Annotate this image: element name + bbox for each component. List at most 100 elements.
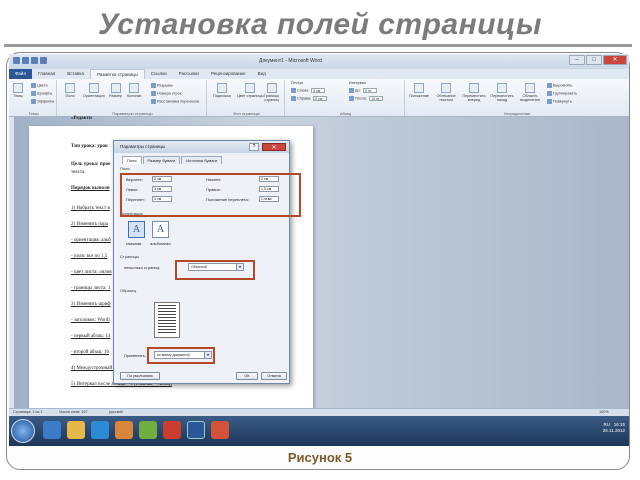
document-line: - заголовок: Wordl (71, 318, 110, 323)
undo-icon[interactable] (31, 57, 38, 64)
selection-pane-button[interactable]: Область выделения (517, 83, 543, 102)
spacing-before-input[interactable]: 0 пт (362, 88, 377, 93)
indent-left-input[interactable]: 0 см (311, 88, 326, 93)
document-line: 3) Изменить шриф (71, 302, 111, 307)
orientation-button[interactable]: Ориентация (83, 83, 105, 98)
group-label: Фон страницы (233, 111, 260, 116)
hyphenation-label: Расстановка переносов (157, 99, 199, 104)
page-preview (154, 302, 180, 338)
send-backward-icon (497, 83, 507, 93)
ok-button[interactable]: ОК (236, 372, 258, 380)
tab-insert[interactable]: Вставка (61, 69, 90, 79)
line-numbers-button[interactable]: Номера строк (151, 91, 181, 96)
close-button[interactable]: ✕ (603, 55, 627, 65)
redo-icon[interactable] (40, 57, 47, 64)
position-label: Положение (408, 94, 430, 98)
watermark-button[interactable]: Подложка (213, 83, 231, 98)
themes-label: Темы (13, 94, 23, 98)
landscape-option[interactable]: A (152, 221, 169, 238)
set-default-button[interactable]: По умолчанию (120, 372, 160, 380)
theme-fonts-label: Шрифты (37, 91, 53, 96)
maximize-button[interactable]: □ (586, 55, 602, 65)
watermark-icon (216, 83, 227, 93)
hyphenation-button[interactable]: Расстановка переносов (151, 99, 199, 104)
yandex-icon[interactable] (163, 421, 181, 439)
breaks-button[interactable]: Разрывы (151, 83, 173, 88)
theme-effects-button[interactable]: Эффекты (31, 99, 54, 104)
indent-right-label: Справа: (297, 96, 312, 101)
send-backward-button[interactable]: Переместить назад (489, 83, 515, 102)
portrait-option[interactable]: A (128, 221, 145, 238)
selection-pane-icon (525, 83, 535, 93)
start-button[interactable] (11, 419, 35, 443)
word-taskbar-icon[interactable] (187, 421, 205, 439)
indent-left-label: Слева: (297, 88, 310, 93)
theme-effects-label: Эффекты (37, 99, 55, 104)
chrome-icon[interactable] (139, 421, 157, 439)
spacing-after-label: После: (355, 96, 368, 101)
document-line: «Редакти (71, 116, 92, 121)
watermark-label: Подложка (213, 94, 231, 98)
powerpoint-icon[interactable] (211, 421, 229, 439)
size-button[interactable]: Размер (109, 83, 122, 98)
clock-time[interactable]: 16:15 (614, 422, 625, 427)
columns-label: Колонки (127, 94, 142, 98)
document-line: - второй абзац: 16 (71, 350, 109, 355)
tab-references[interactable]: Ссылки (145, 69, 173, 79)
tab-margins[interactable]: Поля (122, 156, 142, 164)
explorer-icon[interactable] (67, 421, 85, 439)
ie-icon[interactable] (43, 421, 61, 439)
dialog-close-button[interactable]: ✕ (262, 143, 286, 151)
tab-paper-source[interactable]: Источник бумаги (181, 156, 223, 164)
wrap-text-button[interactable]: Обтекание текстом (433, 83, 459, 102)
indent-right-input[interactable]: 0 см (313, 96, 328, 101)
group-page-setup: Поля Ориентация Размер Колонки Разрывы Н… (59, 80, 207, 116)
page-borders-icon (266, 83, 277, 93)
cancel-button[interactable]: Отмена (261, 372, 287, 380)
themes-icon (13, 83, 23, 93)
clock-date[interactable]: 26.11.2012 (603, 428, 625, 433)
columns-button[interactable]: Колонки (127, 83, 142, 98)
spacing-before: До: 0 пт (349, 88, 377, 93)
minimize-button[interactable]: – (569, 55, 585, 65)
tab-review[interactable]: Рецензирование (205, 69, 252, 79)
margins-button[interactable]: Поля (65, 83, 75, 98)
document-line: Тип урока: урок (71, 144, 108, 149)
input-language[interactable]: RU (603, 422, 610, 427)
tab-file[interactable]: Файл (9, 69, 33, 79)
tab-paper-size[interactable]: Размер бумаги (142, 156, 181, 164)
rotate-button[interactable]: Повернуть (547, 99, 572, 104)
document-line: Цель урока: прое (71, 162, 111, 167)
media-player-icon[interactable] (91, 421, 109, 439)
group-button[interactable]: Группировать (547, 91, 577, 96)
firefox-icon[interactable] (115, 421, 133, 439)
help-button[interactable]: ? (249, 143, 259, 151)
bring-forward-button[interactable]: Переместить вперед (461, 83, 487, 102)
indent-left: Слева: 0 см (291, 88, 326, 93)
tab-view[interactable]: Вид (252, 69, 272, 79)
theme-colors-button[interactable]: Цвета (31, 83, 48, 88)
position-button[interactable]: Положение (407, 83, 431, 98)
theme-fonts-button[interactable]: Шрифты (31, 91, 52, 96)
document-line: 2) Изменить пара (71, 222, 108, 227)
align-label: Выровнять (553, 83, 573, 88)
tab-page-layout[interactable]: Разметка страницы (89, 69, 145, 79)
word-icon[interactable] (13, 57, 20, 64)
zoom-level[interactable]: 100% (599, 410, 609, 414)
align-button[interactable]: Выровнять (547, 83, 572, 88)
spacing-after-input[interactable]: 10 пт (369, 96, 384, 101)
figure-caption: Рисунок 5 (287, 450, 353, 465)
document-line: - цвет листа: лилов (71, 270, 112, 275)
themes-button[interactable]: Темы (13, 83, 23, 98)
system-tray: RU 16:15 26.11.2012 (603, 422, 625, 434)
size-icon (110, 83, 121, 93)
tab-home[interactable]: Главная (32, 69, 61, 79)
dialog-titlebar: Параметры страницы ? ✕ (114, 141, 289, 153)
page-borders-button[interactable]: Границы страниц (259, 83, 284, 102)
apply-to-label: Применить: (124, 353, 146, 358)
tab-mailings[interactable]: Рассылки (173, 69, 205, 79)
language-indicator[interactable]: русский (109, 410, 123, 414)
document-line: - первый абзац: 14 (71, 334, 111, 339)
save-icon[interactable] (22, 57, 29, 64)
margins-section-label: Поля (120, 166, 130, 171)
